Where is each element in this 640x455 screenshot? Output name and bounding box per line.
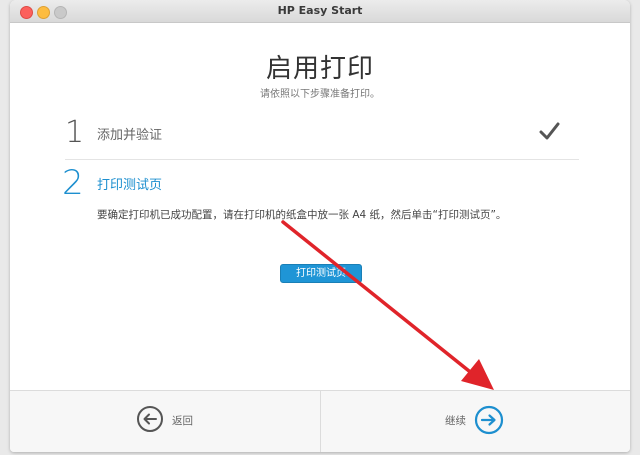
checkmark-icon bbox=[539, 122, 560, 140]
step-1-label: 添加并验证 bbox=[97, 128, 163, 143]
step-2-number: 2 bbox=[62, 163, 84, 203]
window-title: HP Easy Start bbox=[277, 4, 363, 17]
back-label: 返回 bbox=[172, 415, 193, 427]
continue-button[interactable]: 继续 bbox=[321, 391, 630, 452]
back-button[interactable]: 返回 bbox=[10, 391, 320, 452]
footer-bar: 返回 继续 bbox=[10, 390, 630, 452]
title-bar[interactable]: HP Easy Start bbox=[10, 0, 630, 23]
page-title: 启用打印 bbox=[265, 54, 374, 84]
page-subtitle: 请依照以下步骤准备打印。 bbox=[260, 89, 380, 100]
circle-arrow-right-icon bbox=[474, 405, 504, 435]
main-content: 启用打印 请依照以下步骤准备打印。 1 添加并验证 2 打印测试页 要确定打印机… bbox=[10, 23, 630, 390]
step-2-label: 打印测试页 bbox=[97, 178, 163, 193]
print-test-page-button[interactable]: 打印测试页 bbox=[280, 264, 362, 283]
circle-arrow-left-icon bbox=[137, 406, 163, 432]
step-divider bbox=[65, 159, 579, 160]
step-1-number: 1 bbox=[65, 115, 85, 150]
continue-label: 继续 bbox=[445, 415, 466, 427]
hp-easy-start-window: HP Easy Start 启用打印 请依照以下步骤准备打印。 1 添加并验证 … bbox=[10, 0, 630, 452]
step-2-instructions: 要确定打印机已成功配置，请在打印机的纸盒中放一张 A4 纸，然后单击“打印测试页… bbox=[97, 209, 507, 221]
